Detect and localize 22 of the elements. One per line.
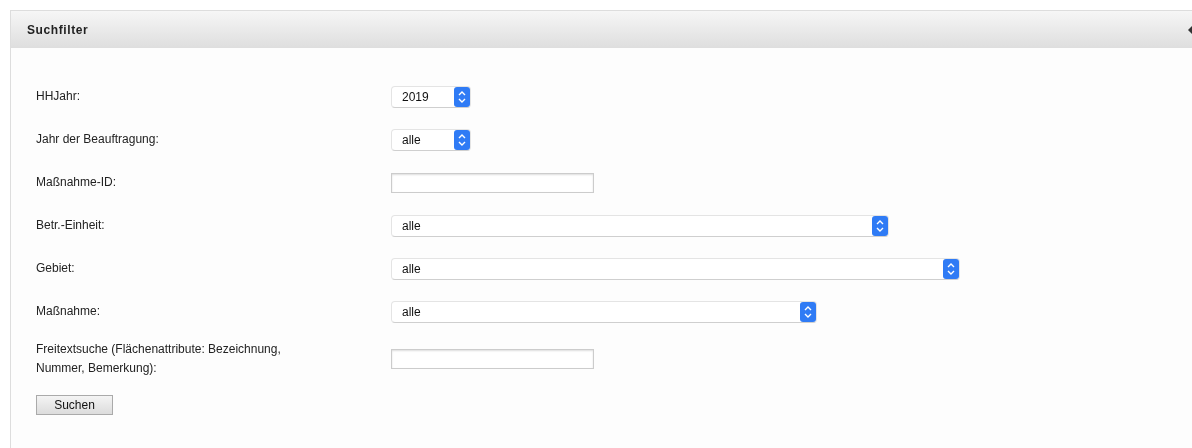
panel-title: Suchfilter xyxy=(27,22,89,37)
collapse-icon[interactable] xyxy=(1188,25,1192,34)
dropdown[interactable]: alle xyxy=(391,300,817,323)
search-button[interactable]: Suchen xyxy=(36,395,113,415)
field-label: HHJahr: xyxy=(36,88,81,105)
input-field[interactable] xyxy=(391,172,594,193)
stepper-icon xyxy=(800,301,816,322)
dropdown[interactable]: alle xyxy=(391,214,889,237)
field-label: Maßnahme-ID: xyxy=(36,174,118,191)
stepper-icon xyxy=(872,215,888,236)
field-label: Betr.-Einheit: xyxy=(36,217,106,234)
field-label: Maßnahme: xyxy=(36,303,102,320)
stepper-icon xyxy=(943,258,959,279)
field-label: Jahr der Beauftragung: xyxy=(36,131,160,148)
stepper-icon xyxy=(454,129,470,150)
field-label: Gebiet: xyxy=(36,260,76,277)
input-field[interactable] xyxy=(391,349,594,369)
stepper-icon xyxy=(454,86,470,107)
field-label: Freitextsuche (Flächenattribute: Bezeichnung, Nummer, Bemerkung): xyxy=(36,341,282,377)
dropdown[interactable]: 2019 xyxy=(391,85,471,108)
dropdown[interactable]: alle xyxy=(391,257,960,280)
dropdown[interactable]: alle xyxy=(391,128,471,151)
